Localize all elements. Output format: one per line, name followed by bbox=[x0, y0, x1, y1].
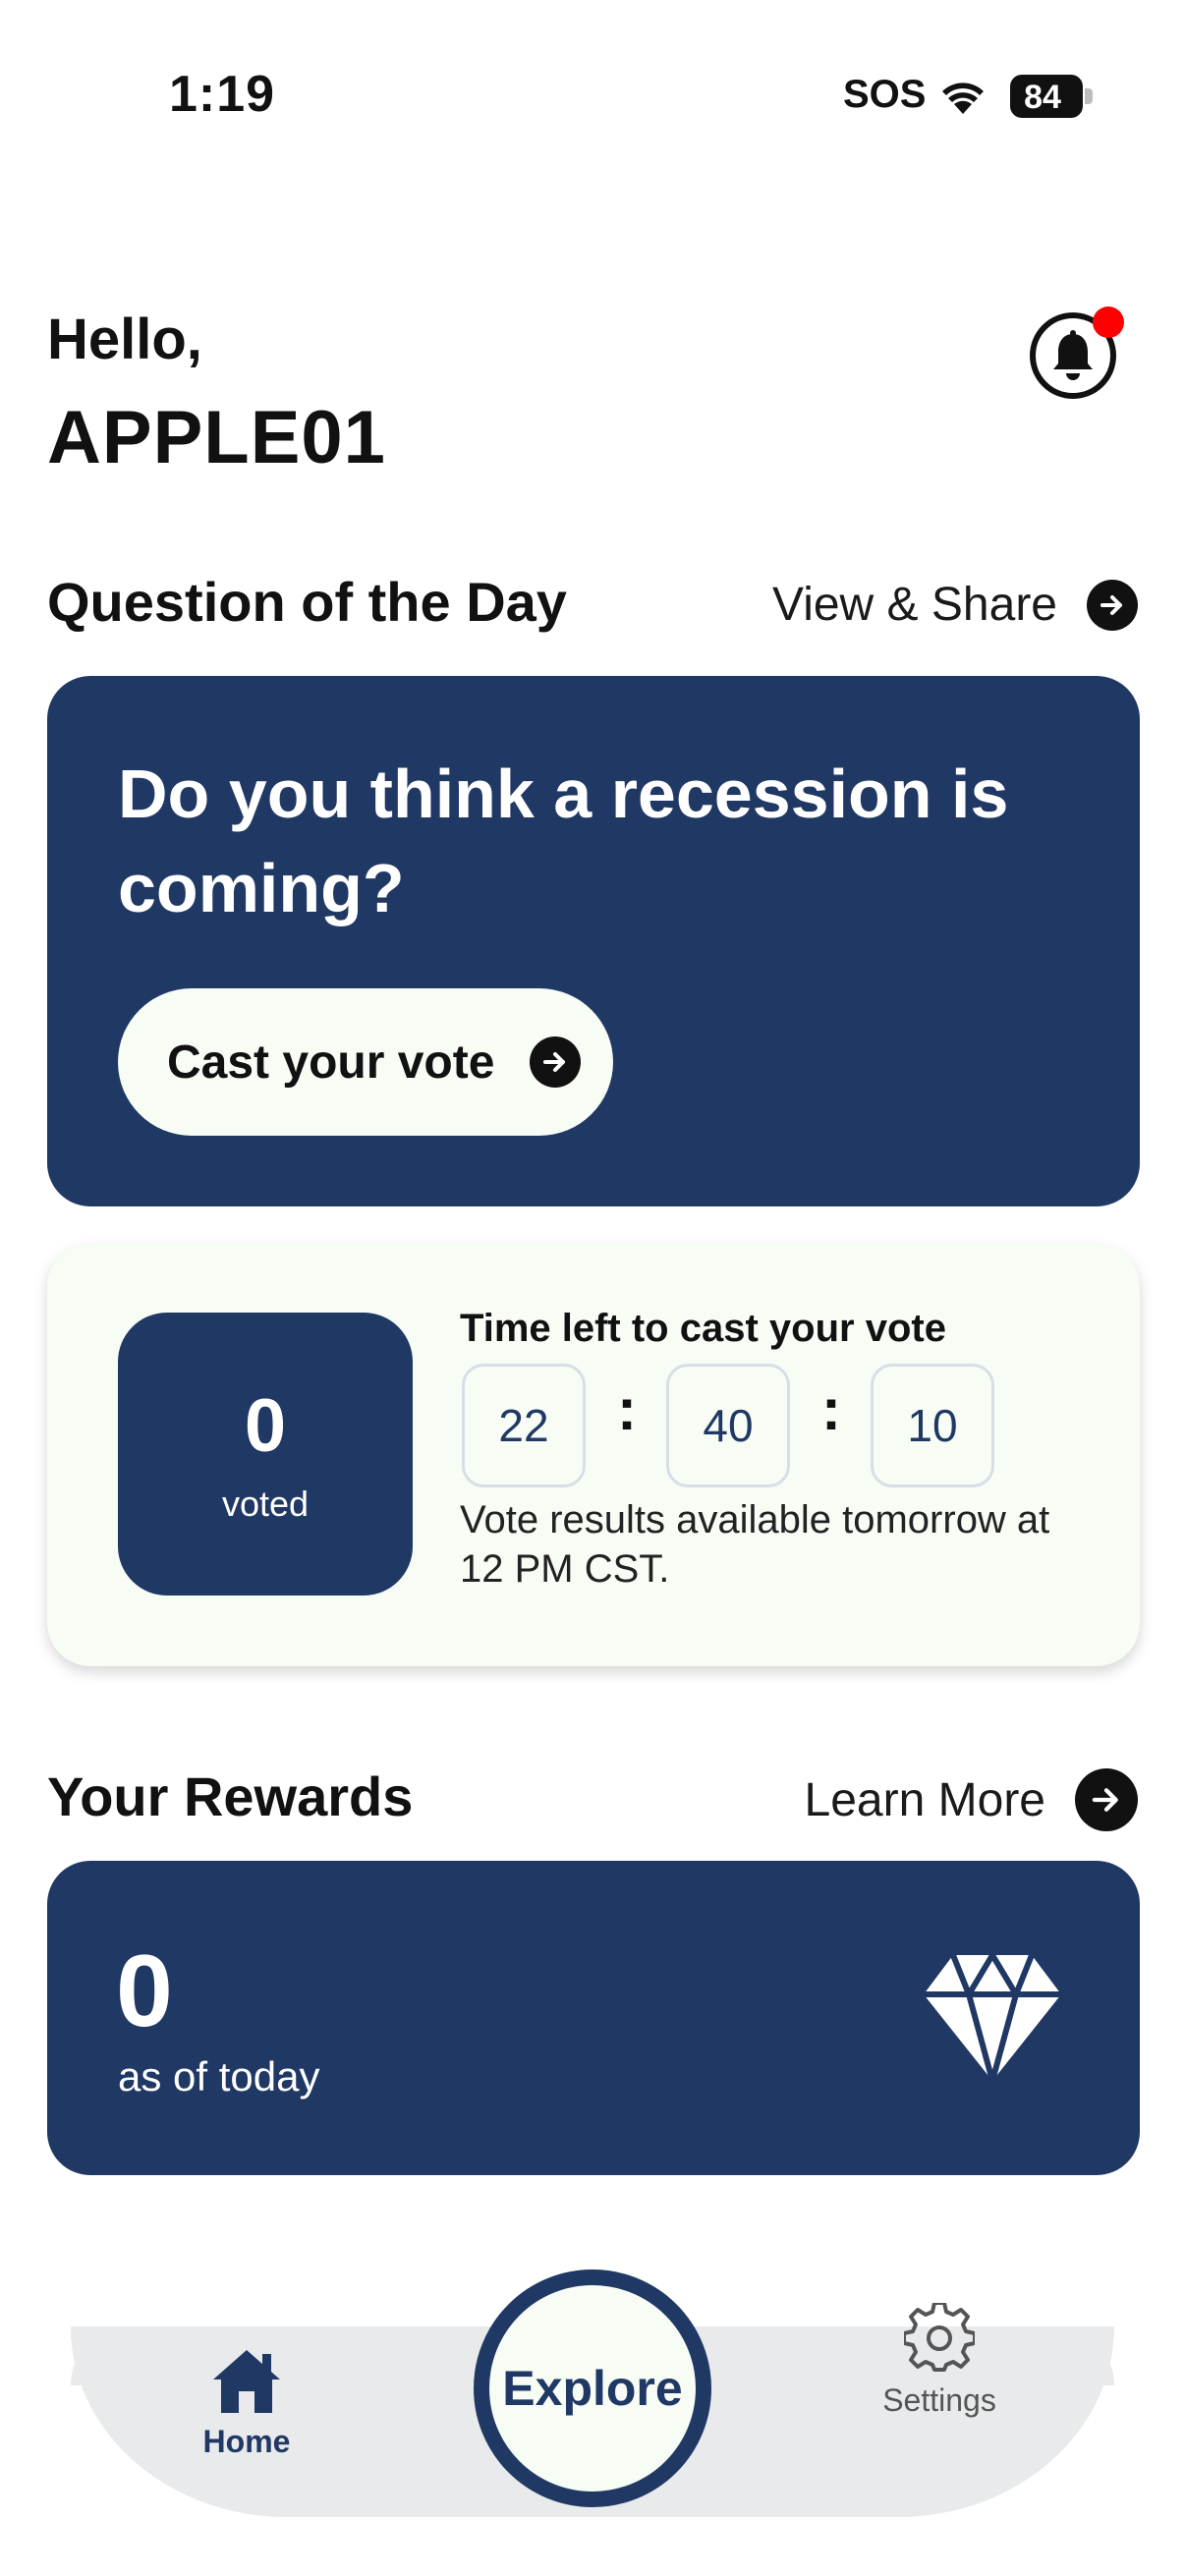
timer-seconds: 10 bbox=[871, 1364, 994, 1487]
nav-home[interactable]: Home bbox=[193, 2346, 301, 2460]
rewards-amount-label: as of today bbox=[118, 2053, 320, 2100]
diamond-icon bbox=[924, 1952, 1061, 2083]
learn-more-label: Learn More bbox=[804, 1773, 1045, 1826]
explore-button[interactable]: Explore bbox=[474, 2269, 711, 2507]
arrow-right-icon bbox=[1087, 579, 1138, 631]
view-share-label: View & Share bbox=[772, 579, 1057, 631]
view-share-link[interactable]: View & Share bbox=[772, 578, 1138, 632]
status-time: 1:19 bbox=[169, 66, 276, 123]
timer-title: Time left to cast your vote bbox=[460, 1307, 946, 1350]
arrow-right-icon bbox=[530, 1036, 582, 1088]
home-icon bbox=[213, 2350, 280, 2413]
greeting-hello: Hello, bbox=[47, 308, 202, 371]
timer-separator: : bbox=[821, 1376, 841, 1442]
voted-count: 0 bbox=[244, 1384, 287, 1468]
status-sos: SOS bbox=[843, 73, 927, 116]
question-text: Do you think a recession is coming? bbox=[118, 756, 1009, 926]
nav-settings-label: Settings bbox=[882, 2382, 996, 2418]
arrow-right-icon bbox=[1075, 1768, 1138, 1831]
voted-count-box: 0 voted bbox=[118, 1313, 413, 1596]
timer-separator: : bbox=[617, 1376, 637, 1442]
gear-icon bbox=[902, 2301, 977, 2372]
timer-hours: 22 bbox=[462, 1364, 586, 1487]
rewards-amount: 0 bbox=[116, 1934, 173, 2048]
rewards-section-title: Your Rewards bbox=[47, 1765, 414, 1827]
nav-home-label: Home bbox=[202, 2424, 291, 2459]
bell-icon bbox=[1053, 330, 1093, 380]
learn-more-link[interactable]: Learn More bbox=[805, 1768, 1138, 1831]
voted-label: voted bbox=[221, 1484, 310, 1524]
wifi-icon bbox=[942, 83, 984, 114]
cast-vote-label: Cast your vote bbox=[167, 1036, 495, 1089]
username: APPLE01 bbox=[47, 396, 386, 479]
cast-vote-button[interactable]: Cast your vote bbox=[118, 988, 613, 1136]
timer-minutes: 40 bbox=[666, 1364, 790, 1487]
nav-settings[interactable]: Settings bbox=[880, 2301, 998, 2419]
battery-icon: 84 bbox=[1010, 75, 1093, 118]
question-section-title: Question of the Day bbox=[47, 571, 567, 633]
battery-level: 84 bbox=[1024, 79, 1061, 116]
explore-label: Explore bbox=[502, 2361, 683, 2416]
vote-results-note: Vote results available tomorrow at 12 PM… bbox=[460, 1498, 1050, 1591]
notification-badge bbox=[1093, 307, 1124, 338]
